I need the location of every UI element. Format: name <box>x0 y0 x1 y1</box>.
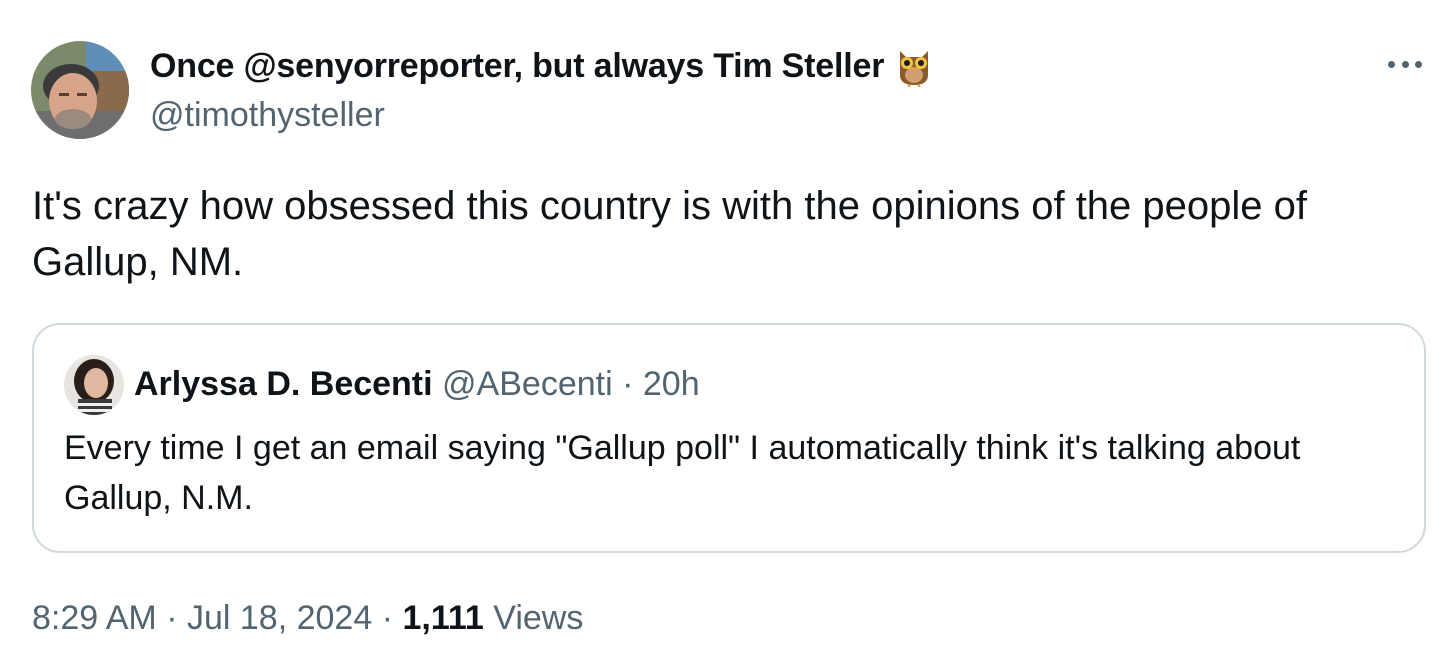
more-horizontal-icon-dot <box>1415 60 1422 68</box>
separator-dot: · <box>622 365 634 403</box>
man-avatar-icon <box>31 41 129 139</box>
separator-dot: · <box>166 599 178 637</box>
quoted-tweet-card[interactable]: Arlyssa D. Becenti @ABecenti · 20h Every… <box>32 323 1426 553</box>
author-display-name[interactable]: Once @senyorreporter, but always Tim Ste… <box>150 44 932 88</box>
tweet-time[interactable]: 8:29 AM <box>32 599 157 637</box>
quoted-author-name[interactable]: Arlyssa D. Becenti <box>134 365 433 403</box>
author-name-text: Once @senyorreporter, but always Tim Ste… <box>150 47 885 85</box>
tweet-meta: 8:29 AM · Jul 18, 2024 · 1,111 Views <box>32 595 583 641</box>
views-label: Views <box>493 599 584 637</box>
quoted-author-avatar[interactable] <box>64 355 124 415</box>
quoted-author-handle[interactable]: @ABecenti <box>442 365 613 403</box>
quoted-tweet-time[interactable]: 20h <box>643 365 700 403</box>
author-avatar[interactable] <box>31 41 129 139</box>
more-horizontal-icon-dot <box>1388 60 1395 68</box>
tweet-date[interactable]: Jul 18, 2024 <box>187 599 372 637</box>
more-options-button[interactable] <box>1384 50 1426 78</box>
owl-emoji-icon <box>896 45 932 88</box>
separator-dot: · <box>381 599 394 637</box>
tweet-text: It's crazy how obsessed this country is … <box>32 184 1307 284</box>
woman-avatar-icon <box>64 355 124 415</box>
author-handle[interactable]: @timothysteller <box>150 93 385 137</box>
views-count: 1,111 <box>402 599 484 637</box>
quoted-tweet-header: Arlyssa D. Becenti @ABecenti · 20h <box>134 361 700 407</box>
more-horizontal-icon-dot <box>1401 60 1409 68</box>
quoted-tweet-text: Every time I get an email saying "Gallup… <box>64 429 1301 517</box>
